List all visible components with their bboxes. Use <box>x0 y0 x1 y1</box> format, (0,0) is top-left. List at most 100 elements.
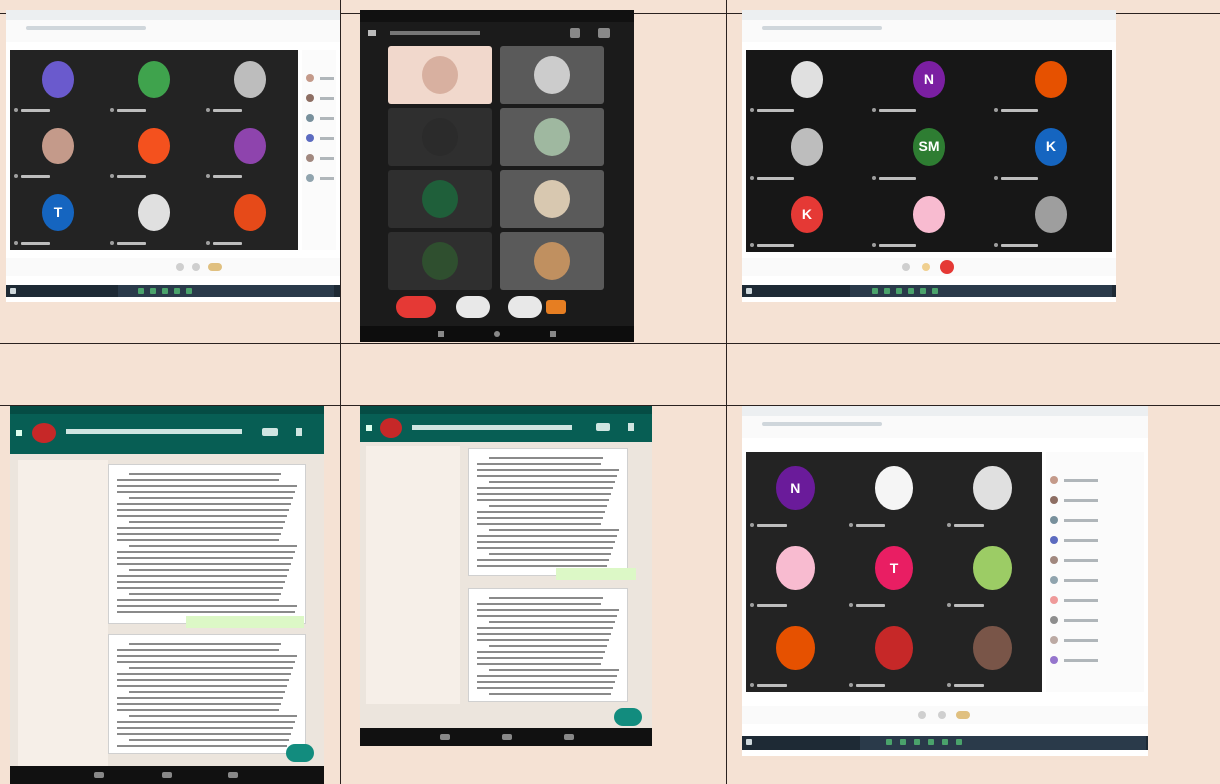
participant-list-item[interactable] <box>1050 556 1140 566</box>
voice-message-button[interactable] <box>614 708 642 726</box>
nav-home-icon[interactable] <box>162 772 172 778</box>
taskbar-app-icon[interactable] <box>872 288 878 294</box>
participant-list-item[interactable] <box>1050 496 1140 506</box>
mic-icon[interactable] <box>918 711 926 719</box>
nav-home-icon[interactable] <box>502 734 512 740</box>
participant-tile[interactable] <box>943 452 1042 532</box>
nav-recents-icon[interactable] <box>228 772 238 778</box>
start-button[interactable] <box>746 739 752 745</box>
end-call-button[interactable] <box>396 296 436 318</box>
participant-tile[interactable] <box>388 232 492 290</box>
browser-address-bar[interactable] <box>6 20 340 42</box>
taskbar-app-icon[interactable] <box>908 288 914 294</box>
more-options-icon[interactable] <box>546 300 566 314</box>
taskbar-app-icon[interactable] <box>896 288 902 294</box>
participant-tile[interactable]: N <box>746 452 845 532</box>
taskbar-app-icon[interactable] <box>884 288 890 294</box>
nav-recents-icon[interactable] <box>564 734 574 740</box>
participant-tile[interactable] <box>106 117 202 184</box>
participant-list-item[interactable] <box>1050 476 1140 486</box>
participant-tile[interactable] <box>990 185 1112 252</box>
participant-list-item[interactable] <box>1050 596 1140 606</box>
back-arrow-icon[interactable] <box>366 425 372 431</box>
back-arrow-icon[interactable] <box>368 30 376 36</box>
leave-call-button[interactable] <box>956 711 970 719</box>
start-button[interactable] <box>746 288 752 294</box>
participant-tile[interactable] <box>746 117 868 184</box>
taskbar-app-icon[interactable] <box>138 288 144 294</box>
start-button[interactable] <box>10 288 16 294</box>
participant-tile[interactable] <box>202 183 298 250</box>
browser-address-bar[interactable] <box>742 416 1148 438</box>
taskbar-app-icon[interactable] <box>928 739 934 745</box>
participant-tile[interactable] <box>500 108 604 166</box>
nav-back-icon[interactable] <box>440 734 450 740</box>
participant-list-item[interactable] <box>306 114 334 124</box>
participant-tile[interactable] <box>845 452 944 532</box>
group-avatar[interactable] <box>32 423 56 443</box>
document-image[interactable] <box>468 448 628 576</box>
participant-tile[interactable] <box>388 108 492 166</box>
participant-list-item[interactable] <box>306 74 334 84</box>
browser-address-bar[interactable] <box>742 20 1116 42</box>
participant-list-item[interactable] <box>1050 536 1140 546</box>
call-icon[interactable] <box>262 428 278 436</box>
group-avatar[interactable] <box>380 418 402 438</box>
participant-tile[interactable] <box>746 50 868 117</box>
voice-message-button[interactable] <box>286 744 314 762</box>
participant-tile[interactable] <box>10 50 106 117</box>
audio-output-icon[interactable] <box>598 28 610 38</box>
participant-tile[interactable] <box>106 50 202 117</box>
participant-tile[interactable] <box>746 532 845 612</box>
taskbar-app-icon[interactable] <box>886 739 892 745</box>
participant-tile[interactable] <box>388 46 492 104</box>
taskbar-app-icon[interactable] <box>174 288 180 294</box>
nav-recents-icon[interactable] <box>550 331 556 337</box>
taskbar-app-icon[interactable] <box>162 288 168 294</box>
participant-tile[interactable]: K <box>990 117 1112 184</box>
participant-tile[interactable]: T <box>10 183 106 250</box>
browser-tab-bar[interactable] <box>6 10 340 20</box>
taskbar-app-icon[interactable] <box>900 739 906 745</box>
leave-call-button[interactable] <box>208 263 222 271</box>
camera-icon[interactable] <box>922 263 930 271</box>
document-image[interactable] <box>468 588 628 702</box>
nav-back-icon[interactable] <box>438 331 444 337</box>
participant-tile[interactable] <box>500 46 604 104</box>
participant-list-item[interactable] <box>306 174 334 184</box>
back-arrow-icon[interactable] <box>16 430 22 436</box>
participant-list-item[interactable] <box>1050 616 1140 626</box>
mic-icon[interactable] <box>902 263 910 271</box>
taskbar-app-icon[interactable] <box>920 288 926 294</box>
camera-icon[interactable] <box>938 711 946 719</box>
taskbar-app-icon[interactable] <box>914 739 920 745</box>
participant-tile[interactable] <box>943 612 1042 692</box>
taskbar-app-icon[interactable] <box>932 288 938 294</box>
participant-tile[interactable] <box>500 232 604 290</box>
participant-tile[interactable] <box>868 185 990 252</box>
participant-list-item[interactable] <box>306 154 334 164</box>
leave-call-button[interactable] <box>940 260 954 274</box>
participant-tile[interactable] <box>746 612 845 692</box>
participant-list-item[interactable] <box>1050 636 1140 646</box>
participant-tile[interactable] <box>10 117 106 184</box>
participant-tile[interactable] <box>990 50 1112 117</box>
participant-tile[interactable] <box>943 532 1042 612</box>
browser-tab-bar[interactable] <box>742 406 1148 416</box>
menu-icon[interactable] <box>296 428 302 436</box>
participant-tile[interactable] <box>845 612 944 692</box>
participant-tile[interactable]: N <box>868 50 990 117</box>
participant-tile[interactable] <box>202 50 298 117</box>
participant-tile[interactable]: SM <box>868 117 990 184</box>
taskbar-app-icon[interactable] <box>956 739 962 745</box>
document-image[interactable] <box>108 634 306 754</box>
participant-tile[interactable]: T <box>845 532 944 612</box>
browser-tab-bar[interactable] <box>742 10 1116 20</box>
mic-button[interactable] <box>456 296 490 318</box>
participant-tile[interactable]: K <box>746 185 868 252</box>
taskbar-app-icon[interactable] <box>942 739 948 745</box>
nav-home-icon[interactable] <box>494 331 500 337</box>
participant-tile[interactable] <box>388 170 492 228</box>
participant-list-item[interactable] <box>306 94 334 104</box>
participant-tile[interactable] <box>106 183 202 250</box>
